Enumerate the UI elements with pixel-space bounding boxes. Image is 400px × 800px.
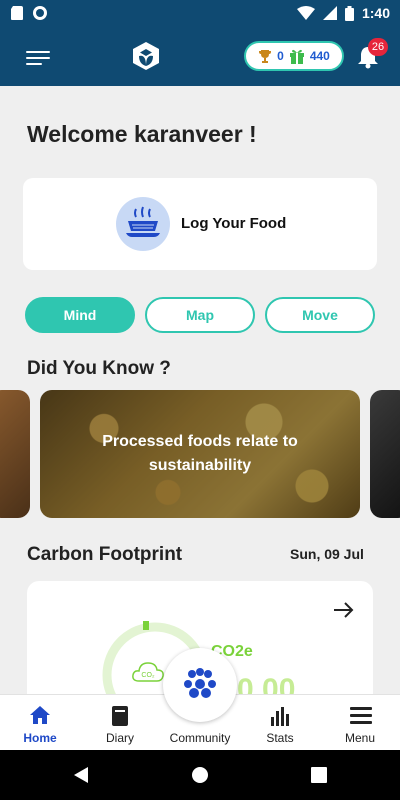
tab-mind[interactable]: Mind (25, 297, 135, 333)
wifi-icon (296, 6, 315, 20)
arrow-right-icon[interactable] (333, 601, 355, 619)
carbon-footprint-title: Carbon Footprint (27, 544, 183, 565)
trophy-icon (259, 50, 272, 63)
did-you-know-card[interactable]: Processed foods relate to sustainability (40, 390, 360, 518)
sd-card-icon (11, 6, 23, 20)
svg-text:CO₂: CO₂ (141, 672, 155, 679)
stats-icon (271, 707, 289, 726)
nav-menu[interactable]: Menu (320, 695, 400, 751)
community-icon (184, 668, 216, 698)
diary-icon (112, 706, 128, 726)
gift-icon (289, 49, 304, 64)
status-time: 1:40 (361, 5, 390, 21)
log-food-card[interactable]: Log Your Food (23, 178, 377, 270)
nav-home[interactable]: Home (0, 695, 80, 751)
battery-icon (344, 5, 354, 21)
carousel-card-previous[interactable] (0, 390, 30, 518)
home-icon (30, 706, 50, 724)
app-header: 0 440 26 (0, 28, 400, 86)
system-navigation-bar (0, 750, 400, 800)
did-you-know-card-text: Processed foods relate to sustainability (102, 433, 298, 474)
co2-cloud-icon: CO₂ (132, 662, 164, 682)
community-button[interactable] (163, 648, 237, 722)
nav-stats[interactable]: Stats (240, 695, 320, 751)
did-you-know-title: Did You Know ? (27, 358, 171, 379)
log-food-label: Log Your Food (181, 215, 287, 232)
record-icon (33, 6, 47, 20)
carbon-date: Sun, 09 Jul (290, 546, 364, 562)
gift-count: 440 (309, 49, 330, 63)
carousel-card-next[interactable] (370, 390, 400, 518)
status-bar: 1:40 (0, 0, 400, 28)
notification-badge: 26 (368, 38, 388, 56)
home-circle-icon[interactable] (191, 766, 209, 784)
tab-move[interactable]: Move (265, 297, 375, 333)
food-dish-icon (116, 197, 170, 251)
app-logo (133, 42, 159, 70)
trophy-count: 0 (277, 49, 284, 63)
recents-icon[interactable] (311, 767, 327, 783)
menu-icon (350, 707, 372, 724)
hamburger-menu-icon[interactable] (26, 51, 50, 65)
back-icon[interactable] (72, 766, 90, 784)
tab-map[interactable]: Map (145, 297, 255, 333)
nav-diary[interactable]: Diary (80, 695, 160, 751)
welcome-heading: Welcome karanveer ! (27, 121, 257, 147)
rewards-pill[interactable]: 0 440 (244, 41, 344, 71)
signal-icon (322, 6, 337, 20)
